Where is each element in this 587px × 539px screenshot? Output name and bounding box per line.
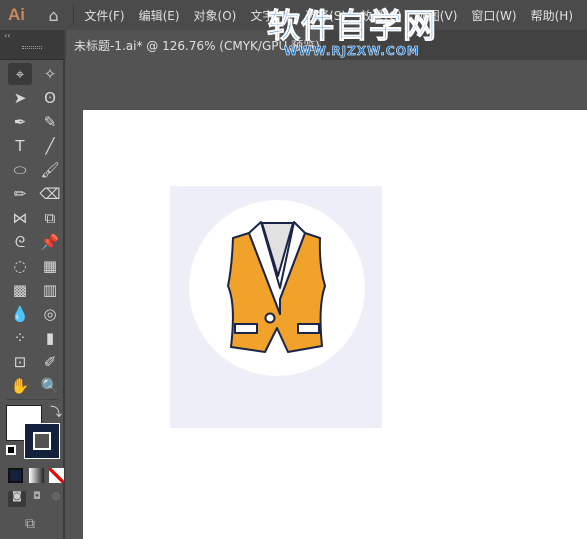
vest-illustration[interactable] [170,186,382,428]
column-graph-tool[interactable]: ▮ [38,327,62,349]
curvature-tool[interactable]: ✎ [38,111,62,133]
selection-tool[interactable]: ⌖ [8,63,32,85]
type-tool[interactable]: T [8,135,32,157]
draw-inside-icon[interactable]: ◍ [47,491,65,507]
direct-selection-tool[interactable]: ➤ [8,87,32,109]
paintbrush-tool[interactable]: 🖌 [38,159,62,181]
menu-type[interactable]: 文字(T) [250,7,291,24]
menu-bar: Ai ⌂ 文件(F) 编辑(E) 对象(O) 文字(T) 选择(S) 效果(C)… [0,0,587,30]
divider [6,399,58,400]
divider [73,5,75,25]
swap-colors-icon[interactable]: ⤵ [50,403,62,420]
shaper-tool[interactable]: ✏ [8,183,32,205]
puppet-warp-tool[interactable]: 📌 [38,231,62,253]
scale-tool[interactable]: ⧉ [38,207,62,229]
magic-wand-tool[interactable]: ✧ [38,63,62,85]
app-logo: Ai [8,5,25,24]
pen-tool[interactable]: ✒ [8,111,32,133]
toolbar-header: ‹‹ [0,30,64,60]
shape-builder-tool[interactable]: ◌ [8,255,32,277]
blend-tool[interactable]: ◎ [38,303,62,325]
draw-behind-icon[interactable]: ◘ [28,491,46,507]
menu-window[interactable]: 窗口(W) [471,7,516,24]
home-icon[interactable]: ⌂ [40,5,68,25]
menu-help[interactable]: 帮助(H) [531,7,573,24]
perspective-grid-tool[interactable]: ▦ [38,255,62,277]
eraser-tool[interactable]: ⌫ [38,183,62,205]
hand-tool[interactable]: ✋ [8,375,32,397]
line-tool[interactable]: ╱ [38,135,62,157]
color-mode-button[interactable] [8,468,23,483]
default-colors-icon[interactable] [6,445,16,455]
screen-mode-icon[interactable]: ⧉ [25,516,35,532]
ellipse-tool[interactable]: ⬭ [8,159,32,181]
menu-effect[interactable]: 效果(C) [360,7,402,24]
menu-edit[interactable]: 编辑(E) [139,7,180,24]
mesh-tool[interactable]: ▩ [8,279,32,301]
gradient-mode-button[interactable] [29,468,44,483]
menu-select[interactable]: 选择(S) [305,7,346,24]
lasso-tool[interactable]: ʘ [38,87,62,109]
reflect-tool[interactable]: ⋈ [8,207,32,229]
gradient-tool[interactable]: ▥ [38,279,62,301]
right-pocket [297,323,320,334]
zoom-tool[interactable]: 🔍 [38,375,62,397]
artboard-tool[interactable]: ⊡ [8,351,32,373]
draw-normal-icon[interactable]: ◙ [8,491,26,507]
left-pocket [234,323,258,334]
stroke-swatch[interactable] [24,423,60,459]
toolbar: ⌖ ✧ ➤ ʘ ✒ ✎ T ╱ ⬭ 🖌 ✏ ⌫ ⋈ ⧉ ᘓ 📌 ◌ ▦ ▩ ▥ 💧 ◎ ⁘ ▮ ⊡ ✐ ✋ 🔍 ⤵ ◙ ◘ ◍ ⧉ [0,60,65,539]
drag-handle[interactable] [22,46,42,49]
none-mode-button[interactable] [49,468,64,483]
symbol-sprayer-tool[interactable]: ⁘ [8,327,32,349]
collapse-icon[interactable]: ‹‹ [4,31,10,40]
menu-object[interactable]: 对象(O) [194,7,237,24]
warp-tool[interactable]: ᘓ [8,231,32,253]
menu-file[interactable]: 文件(F) [84,7,124,24]
vest-button [264,312,276,324]
eyedropper-tool[interactable]: 💧 [8,303,32,325]
document-tab[interactable]: 未标题-1.ai* @ 126.76% (CMYK/GPU 预览) [66,30,321,60]
slice-tool[interactable]: ✐ [38,351,62,373]
menu-view[interactable]: 视图(V) [416,7,458,24]
